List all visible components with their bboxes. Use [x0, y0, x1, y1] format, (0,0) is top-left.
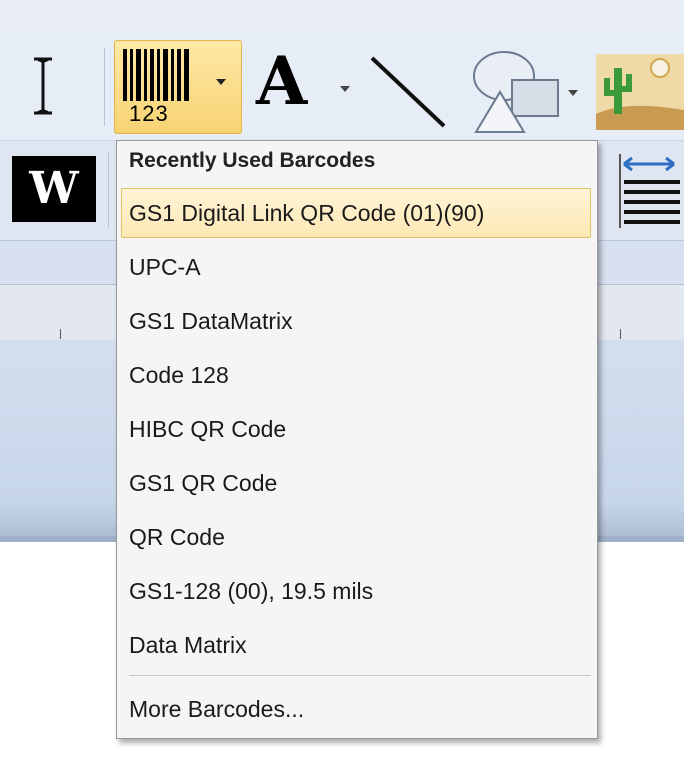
menu-item-upc-a[interactable]: UPC-A: [121, 242, 591, 292]
barcode-icon: [123, 49, 199, 101]
text-cursor-icon[interactable]: [30, 56, 56, 116]
barcode-dropdown-menu: Recently Used Barcodes GS1 Digital Link …: [116, 140, 598, 739]
word-art-icon[interactable]: W: [12, 156, 96, 222]
picture-icon[interactable]: [596, 54, 684, 130]
barcode-caption: 123: [129, 101, 169, 126]
chevron-down-icon[interactable]: [568, 90, 578, 96]
menu-item-qr-code[interactable]: QR Code: [121, 512, 591, 562]
menu-item-more-barcodes[interactable]: More Barcodes...: [121, 684, 591, 734]
menu-separator: [129, 675, 591, 676]
menu-item-data-matrix[interactable]: Data Matrix: [121, 620, 591, 670]
menu-header: Recently Used Barcodes: [129, 149, 376, 172]
menu-item-gs1-qr-code[interactable]: GS1 QR Code: [121, 458, 591, 508]
menu-item-gs1-digital-link-qr[interactable]: GS1 Digital Link QR Code (01)(90): [121, 188, 591, 238]
text-icon[interactable]: A: [256, 48, 307, 114]
menu-item-gs1-128[interactable]: GS1-128 (00), 19.5 mils: [121, 566, 591, 616]
menu-item-code-128[interactable]: Code 128: [121, 350, 591, 400]
menu-item-gs1-datamatrix[interactable]: GS1 DataMatrix: [121, 296, 591, 346]
shapes-icon[interactable]: [466, 46, 566, 136]
menu-item-hibc-qr-code[interactable]: HIBC QR Code: [121, 404, 591, 454]
align-icon[interactable]: [618, 150, 684, 230]
toolbar-separator: [104, 48, 105, 126]
chevron-down-icon[interactable]: [216, 79, 226, 85]
title-strip: [0, 0, 684, 34]
barcode-button[interactable]: 123: [114, 40, 242, 134]
line-icon[interactable]: [366, 52, 450, 132]
chevron-down-icon[interactable]: [340, 86, 350, 92]
toolbar-separator: [108, 152, 109, 228]
